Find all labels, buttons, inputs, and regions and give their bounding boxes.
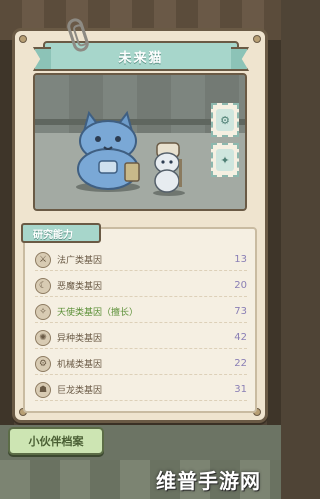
gene-name: 法广类基因 — [57, 256, 103, 266]
gene-row[interactable]: ✧ 天使类基因（擅长） 73 — [35, 301, 247, 323]
gene-value: 31 — [234, 384, 247, 395]
angel-gene-icon: ✧ — [35, 303, 51, 320]
gene-row[interactable]: ☗ 巨龙类基因 31 — [35, 379, 247, 401]
bird-icon: ✦ — [216, 149, 234, 171]
research-ability-title: 研究能力 — [33, 229, 73, 241]
machine-gene-icon: ⚙ — [35, 355, 51, 372]
soldier-gene-icon: ⚔ — [35, 251, 51, 268]
watermark-logo: 维普手游网 — [156, 469, 261, 493]
gene-value: 42 — [234, 332, 247, 343]
giant-gene-icon: ☗ — [35, 381, 51, 398]
gene-row[interactable]: ⚙ 机械类基因 22 — [35, 353, 247, 375]
card-rivet — [19, 35, 27, 43]
cat-portrait-scene — [33, 73, 247, 211]
research-ability-tab: 研究能力 — [21, 223, 101, 243]
research-ability-panel: 研究能力 ⚔ 法广类基因 13 ☾ 恶魔类基因 20 ✧ 天使类基因（擅长） 7… — [21, 223, 257, 413]
gene-name: 异种类基因 — [57, 334, 103, 344]
alien-gene-icon: ✺ — [35, 329, 51, 346]
companion-archive-button[interactable]: 小伙伴档案 — [8, 427, 104, 455]
skill-stamp-2[interactable]: ✦ — [211, 143, 239, 177]
gene-value: 13 — [234, 254, 247, 265]
gene-name: 天使类基因（擅长） — [57, 308, 139, 318]
background-right-wall — [267, 40, 281, 430]
gene-name: 机械类基因 — [57, 360, 103, 370]
skill-stamp-1[interactable]: ⚙ — [211, 103, 239, 137]
demon-gene-icon: ☾ — [35, 277, 51, 294]
gene-row[interactable]: ☾ 恶魔类基因 20 — [35, 275, 247, 297]
card-rivet — [253, 35, 261, 43]
gene-name: 恶魔类基因 — [57, 282, 103, 292]
gene-value: 20 — [234, 280, 247, 291]
companion-archive-label: 小伙伴档案 — [28, 435, 84, 448]
gene-row[interactable]: ✺ 异种类基因 42 — [35, 327, 247, 349]
gene-row[interactable]: ⚔ 法广类基因 13 — [35, 249, 247, 271]
cat-profile-card: 未来猫 ⚙ ✦ 研究能力 ⚔ 法广类基因 13 ☾ 恶魔类基因 20 ✧ 天使类… — [12, 28, 268, 423]
gear-icon: ⚙ — [216, 109, 234, 131]
gene-value: 22 — [234, 358, 247, 369]
gene-name: 巨龙类基因 — [57, 386, 103, 396]
cat-name-title: 未来猫 — [118, 50, 164, 66]
gene-value: 73 — [234, 306, 247, 317]
future-cat-illustration — [76, 110, 140, 192]
small-cat-illustration — [153, 142, 185, 196]
